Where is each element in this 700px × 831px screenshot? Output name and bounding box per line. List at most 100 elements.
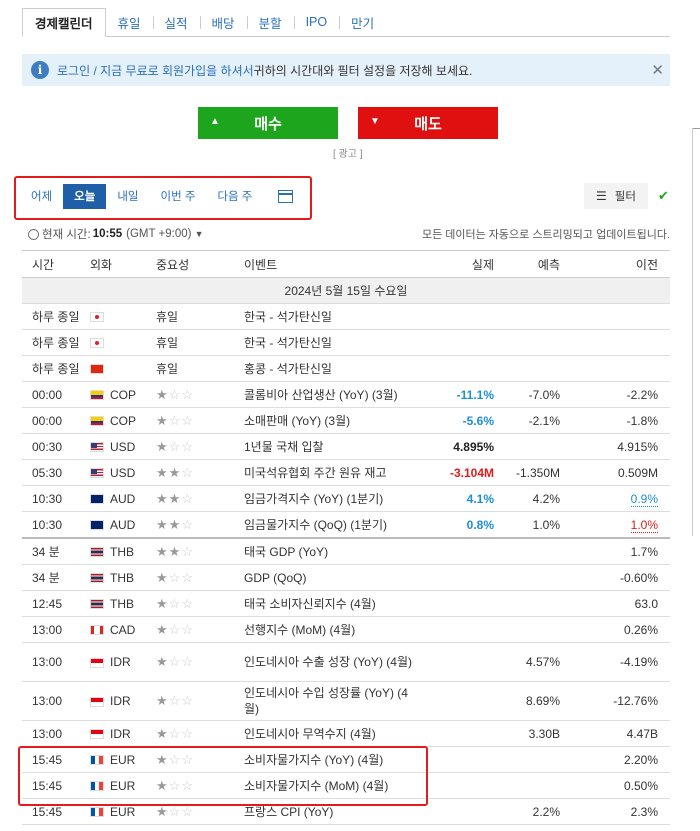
- cell-importance: ★☆☆: [156, 590, 244, 617]
- cell-event[interactable]: 태국 소비자신뢰지수 (4월): [244, 590, 424, 617]
- cell-importance: ★★☆: [156, 537, 244, 565]
- col-time: 시간: [22, 250, 90, 278]
- star-icon: ☆: [181, 464, 194, 480]
- cell-event[interactable]: 콜롬비아 산업생산 (YoY) (3월): [244, 381, 424, 408]
- highlight-box-eur: [18, 746, 428, 806]
- table-row[interactable]: 34 분 THB ★☆☆ GDP (QoQ) -0.60%: [22, 564, 670, 591]
- cell-event[interactable]: 홍콩 - 석가탄신일: [244, 355, 424, 382]
- cell-previous: 4.915%: [572, 433, 670, 460]
- cell-forecast: [506, 590, 572, 617]
- flag-us-icon: [90, 468, 104, 479]
- buy-button[interactable]: ▲ 매수: [198, 107, 338, 139]
- cell-event[interactable]: 태국 GDP (YoY): [244, 537, 424, 565]
- flag-kr-icon: [90, 312, 104, 323]
- cell-previous: 1.7%: [572, 537, 670, 565]
- star-icon: ☆: [168, 386, 182, 402]
- sell-button[interactable]: ▼ 매도: [358, 107, 498, 139]
- table-row[interactable]: 13:00 CAD ★☆☆ 선행지수 (MoM) (4월) 0.26%: [22, 616, 670, 643]
- flag-th-icon: [90, 573, 104, 584]
- cell-event[interactable]: GDP (QoQ): [244, 564, 424, 591]
- info-icon: i: [31, 61, 49, 79]
- cell-time: 13:00: [22, 681, 90, 721]
- previous-value: 2.3%: [630, 804, 658, 819]
- cell-event[interactable]: 임금물가지수 (QoQ) (1분기): [244, 511, 424, 539]
- cell-importance: 휴일: [156, 355, 244, 382]
- table-row[interactable]: 00:30 USD ★☆☆ 1년물 국채 입찰 4.895% 4.915%: [22, 433, 670, 460]
- table-row[interactable]: 12:45 THB ★☆☆ 태국 소비자신뢰지수 (4월) 63.0: [22, 590, 670, 617]
- cell-event[interactable]: 인도네시아 무역수지 (4월): [244, 720, 424, 747]
- table-row[interactable]: 하루 종일 휴일 한국 - 석가탄신일: [22, 303, 670, 330]
- tab-6[interactable]: 만기: [339, 8, 386, 36]
- sell-label: 매도: [414, 115, 442, 133]
- flag-au-icon: [90, 520, 104, 531]
- cell-previous: 0.26%: [572, 616, 670, 643]
- star-icon: ★: [156, 543, 169, 559]
- previous-value: 0.509M: [617, 465, 658, 480]
- currency-code: AUD: [110, 491, 136, 506]
- cell-actual: [424, 537, 506, 565]
- filter-button[interactable]: ☰ 필터: [584, 183, 648, 209]
- highlight-box-days: [14, 176, 312, 220]
- timezone-value: (GMT +9:00): [126, 228, 192, 240]
- cell-time: 13:00: [22, 616, 90, 643]
- cell-forecast: -1.350M: [506, 459, 572, 486]
- tab-5[interactable]: IPO: [293, 8, 340, 36]
- tab-0[interactable]: 경제캘린더: [22, 8, 106, 37]
- cell-importance: 휴일: [156, 303, 244, 330]
- cell-importance: ★☆☆: [156, 616, 244, 643]
- cell-event[interactable]: 한국 - 석가탄신일: [244, 329, 424, 356]
- table-row[interactable]: 00:00 COP ★☆☆ 콜롬비아 산업생산 (YoY) (3월) -11.1% -7.…: [22, 381, 670, 408]
- cell-previous: 1.0%: [572, 511, 670, 539]
- star-icon: ★: [168, 464, 182, 480]
- col-importance: 중요성: [156, 250, 244, 278]
- login-signup-link[interactable]: 로그인 / 지금 무료로 회원가입을 하셔서: [57, 62, 254, 79]
- importance-stars-icon: ★☆☆: [156, 693, 194, 708]
- cell-event[interactable]: 1년물 국채 입찰: [244, 433, 424, 460]
- timezone-selector[interactable]: (GMT +9:00) ▼: [126, 228, 203, 240]
- currency-code: AUD: [110, 517, 136, 532]
- star-icon: ☆: [181, 490, 194, 506]
- previous-value: 4.915%: [617, 439, 658, 454]
- cell-event[interactable]: 선행지수 (MoM) (4월): [244, 616, 424, 643]
- star-icon: ★: [156, 621, 169, 637]
- table-row[interactable]: 34 분 THB ★★☆ 태국 GDP (YoY) 1.7%: [22, 537, 670, 565]
- table-row[interactable]: 10:30 AUD ★★☆ 임금가격지수 (YoY) (1분기) 4.1% 4.2% 0.9…: [22, 485, 670, 512]
- previous-value: -0.60%: [619, 570, 658, 585]
- currency-code: IDR: [110, 694, 131, 708]
- importance-stars-icon: ★☆☆: [156, 596, 194, 611]
- actual-value: 4.1%: [466, 491, 494, 506]
- cell-event[interactable]: 한국 - 석가탄신일: [244, 303, 424, 330]
- tab-3[interactable]: 배당: [199, 8, 247, 36]
- actual-value: -3.104M: [449, 465, 494, 480]
- cell-previous: -1.8%: [572, 407, 670, 434]
- col-currency: 외화: [90, 250, 156, 278]
- close-icon[interactable]: ✕: [651, 61, 664, 79]
- cell-event[interactable]: 소매판매 (YoY) (3월): [244, 407, 424, 434]
- cell-event[interactable]: 임금가격지수 (YoY) (1분기): [244, 485, 424, 512]
- table-row[interactable]: 하루 종일 휴일 한국 - 석가탄신일: [22, 329, 670, 356]
- currency-code: THB: [110, 596, 134, 611]
- tab-4[interactable]: 분할: [246, 8, 294, 36]
- importance-stars-icon: ★☆☆: [156, 387, 194, 402]
- cell-importance: ★☆☆: [156, 381, 244, 408]
- tab-2[interactable]: 실적: [152, 8, 200, 36]
- cell-event[interactable]: 미국석유협회 주간 원유 재고: [244, 459, 424, 486]
- flag-eu-icon: [90, 807, 104, 818]
- table-row[interactable]: 00:00 COP ★☆☆ 소매판매 (YoY) (3월) -5.6% -2.1% -1.8…: [22, 407, 670, 434]
- currency-code: USD: [110, 465, 136, 480]
- cell-event[interactable]: 인도네시아 수입 성장률 (YoY) (4월): [244, 681, 424, 721]
- cell-actual: [424, 772, 506, 799]
- cell-event[interactable]: 인도네시아 수출 성장 (YoY) (4월): [244, 642, 424, 682]
- table-row[interactable]: 13:00 IDR ★☆☆ 인도네시아 수입 성장률 (YoY) (4월) 8.69% -…: [22, 681, 670, 721]
- table-row[interactable]: 13:00 IDR ★☆☆ 인도네시아 무역수지 (4월) 3.30B 4.47B: [22, 720, 670, 747]
- side-divider: [693, 128, 700, 129]
- table-row[interactable]: 하루 종일 휴일 홍콩 - 석가탄신일: [22, 355, 670, 382]
- table-row[interactable]: 05:30 USD ★★☆ 미국석유협회 주간 원유 재고 -3.104M -1.350M…: [22, 459, 670, 486]
- table-row[interactable]: 10:30 AUD ★★☆ 임금물가지수 (QoQ) (1분기) 0.8% 1.0% 1.0…: [22, 511, 670, 539]
- col-previous: 이전: [572, 250, 670, 278]
- star-icon: ★: [168, 490, 182, 506]
- table-row[interactable]: 13:00 IDR ★☆☆ 인도네시아 수출 성장 (YoY) (4월) 4.57% -4…: [22, 642, 670, 682]
- cell-currency: THB: [90, 564, 156, 591]
- tab-1[interactable]: 휴일: [106, 8, 153, 36]
- importance-stars-icon: ★☆☆: [156, 726, 194, 741]
